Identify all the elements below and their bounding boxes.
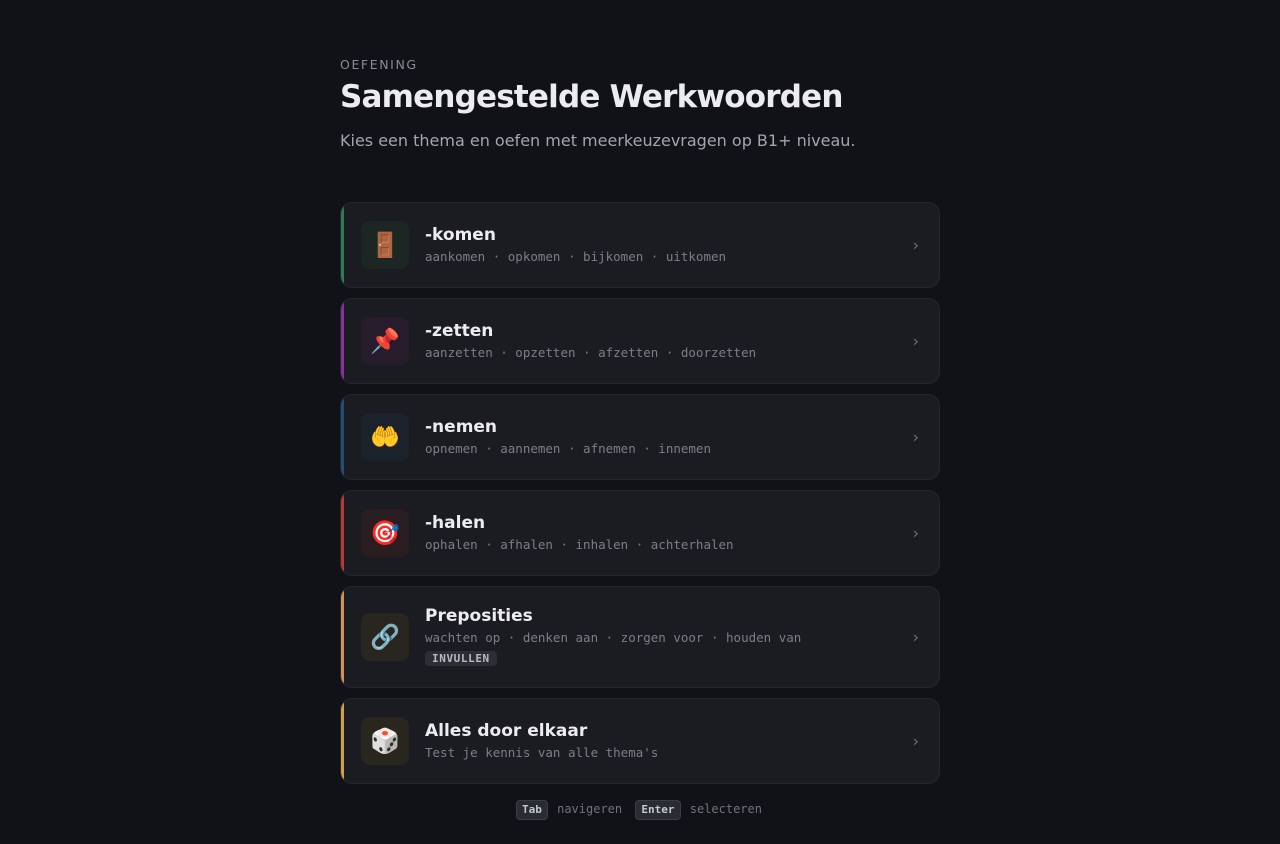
chevron-right-icon: › [912, 523, 919, 543]
tab-key-hint: Tab [516, 800, 548, 820]
theme-list: 🚪 -komen aankomen · opkomen · bijkomen ·… [340, 202, 940, 794]
chevron-right-icon: › [912, 731, 919, 751]
accent-bar [341, 395, 344, 479]
accent-bar [341, 299, 344, 383]
keyboard-hints: Tab navigeren Enter selecteren [340, 800, 940, 820]
theme-card-preposities[interactable]: 🔗 Preposities wachten op · denken aan · … [340, 586, 940, 688]
enter-key-label: selecteren [689, 802, 762, 816]
eyebrow-label: OEFENING [340, 57, 418, 72]
card-description: Test je kennis van alle thema's [425, 745, 659, 760]
mode-badge: INVULLEN [425, 651, 497, 666]
accent-bar [341, 587, 344, 687]
card-content: Preposities wachten op · denken aan · zo… [425, 605, 889, 666]
card-content: -halen ophalen · afhalen · inhalen · ach… [425, 512, 889, 554]
chevron-right-icon: › [912, 627, 919, 647]
palms-up-icon: 🤲 [361, 413, 409, 461]
door-icon: 🚪 [361, 221, 409, 269]
theme-card-zetten[interactable]: 📌 -zetten aanzetten · opzetten · afzette… [340, 298, 940, 384]
card-content: Alles door elkaar Test je kennis van all… [425, 720, 889, 762]
card-content: -zetten aanzetten · opzetten · afzetten … [425, 320, 889, 362]
dart-target-icon: 🎯 [361, 509, 409, 557]
card-title: -zetten [425, 321, 494, 341]
card-title: Alles door elkaar [425, 721, 588, 741]
card-title: Preposities [425, 606, 533, 626]
card-verbs: aanzetten · opzetten · afzetten · doorze… [425, 345, 757, 360]
page-subtitle: Kies een thema en oefen met meerkeuzevra… [340, 131, 856, 150]
accent-bar [341, 699, 344, 783]
page-title: Samengestelde Werkwoorden [340, 79, 843, 115]
link-icon: 🔗 [361, 613, 409, 661]
theme-card-halen[interactable]: 🎯 -halen ophalen · afhalen · inhalen · a… [340, 490, 940, 576]
card-title: -nemen [425, 417, 498, 437]
chevron-right-icon: › [912, 331, 919, 351]
tab-key-label: navigeren [557, 802, 623, 816]
theme-card-nemen[interactable]: 🤲 -nemen opnemen · aannemen · afnemen · … [340, 394, 940, 480]
card-content: -komen aankomen · opkomen · bijkomen · u… [425, 224, 889, 266]
theme-card-komen[interactable]: 🚪 -komen aankomen · opkomen · bijkomen ·… [340, 202, 940, 288]
accent-bar [341, 491, 344, 575]
card-verbs: ophalen · afhalen · inhalen · achterhale… [425, 537, 734, 552]
enter-key-hint: Enter [635, 800, 681, 820]
accent-bar [341, 203, 344, 287]
card-content: -nemen opnemen · aannemen · afnemen · in… [425, 416, 889, 458]
card-title: -halen [425, 513, 486, 533]
card-title: -komen [425, 225, 496, 245]
dice-icon: 🎲 [361, 717, 409, 765]
card-verbs: wachten op · denken aan · zorgen voor · … [425, 630, 802, 645]
card-verbs: aankomen · opkomen · bijkomen · uitkomen [425, 249, 727, 264]
pushpin-icon: 📌 [361, 317, 409, 365]
card-verbs: opnemen · aannemen · afnemen · innemen [425, 441, 711, 456]
chevron-right-icon: › [912, 427, 919, 447]
theme-card-alles[interactable]: 🎲 Alles door elkaar Test je kennis van a… [340, 698, 940, 784]
chevron-right-icon: › [912, 235, 919, 255]
